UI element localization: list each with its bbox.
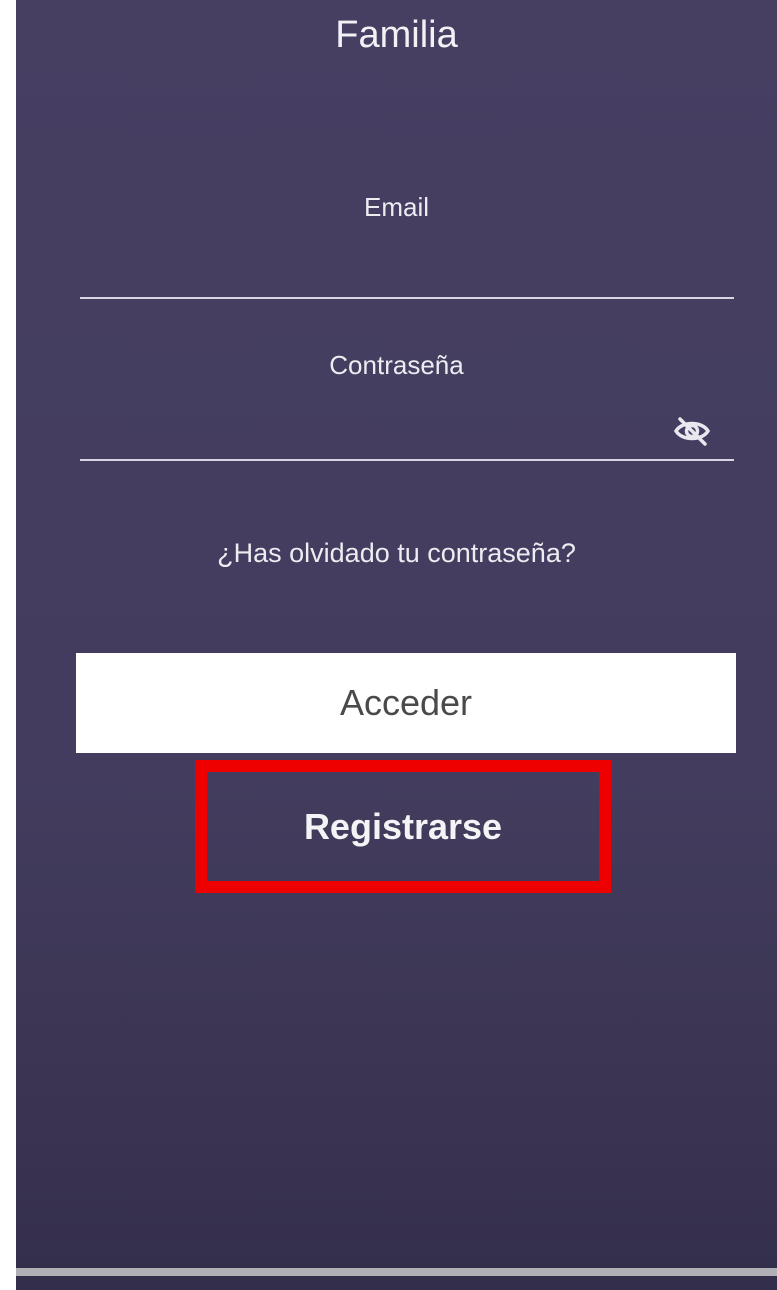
email-label: Email [363,192,429,222]
login-button[interactable]: Acceder [76,653,736,753]
page-title: Familia [335,14,458,56]
password-label: Contraseña [329,350,464,380]
email-field[interactable] [80,250,684,292]
email-underline [80,297,734,299]
bottom-divider [16,1268,777,1276]
eye-off-icon[interactable] [673,416,711,446]
password-underline [80,459,734,461]
login-screen: Familia Email Contraseña ¿Has olvidado t… [16,0,777,1290]
register-button[interactable]: Registrarse [195,760,611,893]
forgot-password-link[interactable]: ¿Has olvidado tu contraseña? [16,538,777,569]
password-field[interactable] [80,412,684,454]
